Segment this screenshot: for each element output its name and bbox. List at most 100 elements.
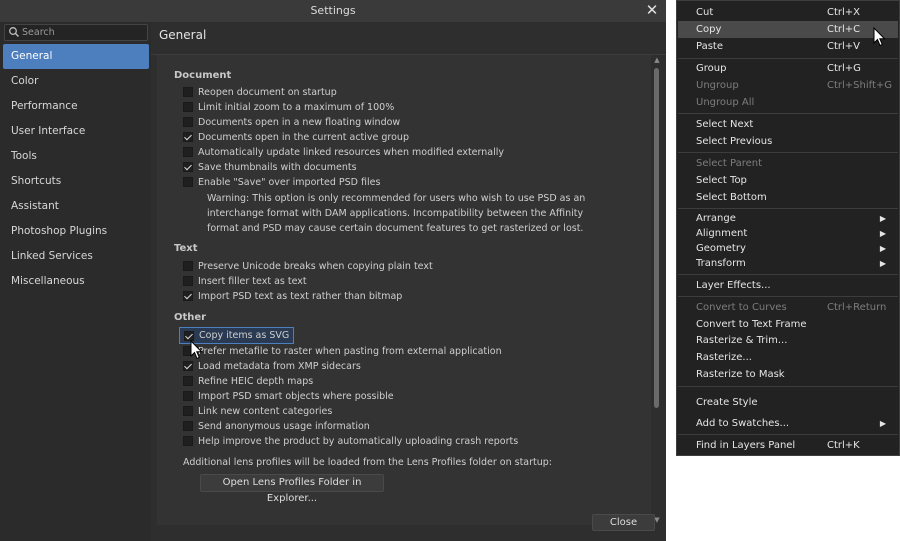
sidebar-item-tools[interactable]: Tools [3,144,149,169]
menu-item-label: Copy [696,24,722,35]
sidebar-item-linked-services[interactable]: Linked Services [3,244,149,269]
checkbox[interactable] [183,391,193,401]
option-prefer-metafile[interactable]: Prefer metafile to raster when pasting f… [183,344,502,358]
sidebar-item-general[interactable]: General [3,44,149,69]
checkbox[interactable] [183,87,193,97]
option-label: Prefer metafile to raster when pasting f… [198,345,502,357]
menu-item-shortcut: Ctrl+X [827,7,861,18]
checkbox[interactable] [183,276,193,286]
option-save-over-psd[interactable]: Enable "Save" over imported PSD files [183,175,380,189]
option-usage-information[interactable]: Send anonymous usage information [183,419,370,433]
psd-warning-text: Warning: This option is only recommended… [207,193,586,234]
settings-nav: General Color Performance User Interface… [3,44,149,294]
option-preserve-unicode[interactable]: Preserve Unicode breaks when copying pla… [183,259,433,273]
menu-item-select-bottom[interactable]: Select Bottom [678,189,898,206]
option-label: Enable "Save" over imported PSD files [198,176,381,188]
checkbox-checked[interactable] [183,132,193,142]
menu-item-select-next[interactable]: Select Next [678,116,898,133]
sidebar-item-assistant[interactable]: Assistant [3,194,149,219]
sidebar-item-performance[interactable]: Performance [3,94,149,119]
option-copy-items-as-svg[interactable]: Copy items as SVG [179,327,295,344]
menu-item-label: Ungroup All [696,97,755,108]
checkbox-checked[interactable] [183,162,193,172]
menu-item-convert-to-text-frame[interactable]: Convert to Text Frame [678,316,898,333]
checkbox[interactable] [183,421,193,431]
menu-item-label: Rasterize to Mask [696,369,785,380]
menu-item-rasterize[interactable]: Rasterize... [678,349,898,366]
menu-item-label: Convert to Curves [696,302,787,313]
search-box[interactable] [4,24,148,41]
menu-separator [678,274,898,275]
option-refine-heic[interactable]: Refine HEIC depth maps [183,374,313,388]
menu-item-group[interactable]: Group Ctrl+G [678,60,898,77]
checkbox[interactable] [183,436,193,446]
scroll-up-icon[interactable]: ▲ [653,56,661,64]
menu-item-paste[interactable]: Paste Ctrl+V [678,38,898,55]
search-input[interactable] [22,26,142,39]
option-link-content-categories[interactable]: Link new content categories [183,404,332,418]
menu-item-select-previous[interactable]: Select Previous [678,133,898,150]
checkbox[interactable] [183,261,193,271]
checkbox[interactable] [183,147,193,157]
option-load-xmp-metadata[interactable]: Load metadata from XMP sidecars [183,359,361,373]
search-icon [9,27,19,37]
sidebar-item-miscellaneous[interactable]: Miscellaneous [3,269,149,294]
option-crash-reports[interactable]: Help improve the product by automaticall… [183,434,518,448]
menu-item-ungroup-all: Ungroup All [678,94,898,111]
menu-item-select-top[interactable]: Select Top [678,172,898,189]
option-label: Link new content categories [198,405,333,417]
option-import-psd-text[interactable]: Import PSD text as text rather than bitm… [183,289,402,303]
sidebar-item-shortcuts[interactable]: Shortcuts [3,169,149,194]
menu-item-rasterize-trim[interactable]: Rasterize & Trim... [678,332,898,349]
option-label: Refine HEIC depth maps [198,375,314,387]
vertical-scrollbar[interactable]: ▲ ▼ [651,55,662,525]
menu-item-label: Select Top [696,175,747,186]
option-label: Copy items as SVG [199,330,290,341]
menu-item-create-style[interactable]: Create Style [678,394,898,411]
menu-item-shortcut: Ctrl+K [827,440,860,451]
menu-item-rasterize-to-mask[interactable]: Rasterize to Mask [678,366,898,383]
option-save-thumbnails[interactable]: Save thumbnails with documents [183,160,357,174]
sidebar-item-user-interface[interactable]: User Interface [3,119,149,144]
option-update-linked-resources[interactable]: Automatically update linked resources wh… [183,145,504,159]
menu-item-label: Convert to Text Frame [696,319,807,330]
menu-item-cut[interactable]: Cut Ctrl+X [678,4,898,21]
option-label: Documents open in a new floating window [198,116,401,128]
menu-item-label: Add to Swatches... [696,418,790,429]
menu-item-layer-effects[interactable]: Layer Effects... [678,277,898,294]
option-label: Reopen document on startup [198,86,337,98]
menu-item-find-in-layers-panel[interactable]: Find in Layers Panel Ctrl+K [678,437,898,454]
open-lens-profiles-button[interactable]: Open Lens Profiles Folder in Explorer... [200,474,384,504]
menu-item-label: Select Previous [696,136,773,147]
sidebar-item-photoshop-plugins[interactable]: Photoshop Plugins [3,219,149,244]
checkbox[interactable] [183,177,193,187]
close-button[interactable]: Close [592,514,655,531]
checkbox-checked[interactable] [183,361,193,371]
checkbox[interactable] [183,406,193,416]
option-label: Load metadata from XMP sidecars [198,360,361,372]
option-label: Help improve the product by automaticall… [198,435,519,447]
option-label: Save thumbnails with documents [198,161,357,173]
checkbox[interactable] [183,376,193,386]
option-psd-smart-objects[interactable]: Import PSD smart objects where possible [183,389,394,403]
close-icon[interactable]: ✕ [644,1,660,19]
menu-item-shortcut: Ctrl+G [827,63,861,74]
checkbox[interactable] [183,117,193,127]
checkbox[interactable] [183,346,193,356]
checkbox-checked[interactable] [184,330,194,341]
sidebar-item-color[interactable]: Color [3,69,149,94]
menu-item-label: Paste [696,41,723,52]
option-limit-zoom[interactable]: Limit initial zoom to a maximum of 100% [183,100,394,114]
menu-item-copy[interactable]: Copy Ctrl+C [678,21,898,38]
option-current-active-group[interactable]: Documents open in the current active gro… [183,130,409,144]
option-reopen-document[interactable]: Reopen document on startup [183,85,337,99]
checkbox-checked[interactable] [183,291,193,301]
checkbox[interactable] [183,102,193,112]
menu-item-add-to-swatches[interactable]: Add to Swatches... ▶ [678,415,898,432]
menu-item-label: Rasterize & Trim... [696,335,788,346]
menu-item-transform[interactable]: Transform ▶ [678,255,898,272]
option-filler-text[interactable]: Insert filler text as text [183,274,307,288]
option-floating-window[interactable]: Documents open in a new floating window [183,115,400,129]
scrollbar-thumb[interactable] [654,68,659,408]
menu-item-label: Cut [696,7,714,18]
